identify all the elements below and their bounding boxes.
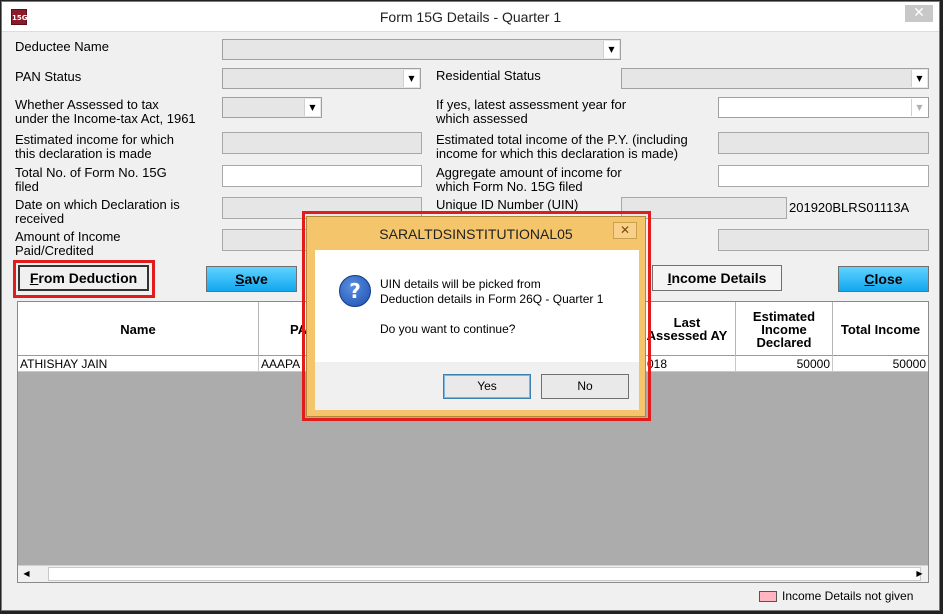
close-button[interactable]: Close: [838, 266, 929, 292]
cell-est-income: 50000: [736, 356, 833, 372]
aggregate-income-field[interactable]: [718, 165, 929, 187]
extra-field[interactable]: [718, 229, 929, 251]
deductee-name-combo[interactable]: ▼: [222, 39, 621, 60]
chevron-down-icon[interactable]: ▼: [911, 70, 927, 87]
header-last-ay[interactable]: Last Assessed AY: [639, 302, 736, 356]
question-icon: ?: [339, 275, 371, 307]
est-total-label-line-2: income for which this declaration is mad…: [436, 146, 679, 161]
latest-ay-label-line-1: If yes, latest assessment year for: [436, 97, 627, 112]
dialog-close-icon[interactable]: ✕: [613, 222, 637, 239]
date-label-line-2: received: [15, 211, 65, 226]
est-income-label-line-1: Estimated income for which: [15, 132, 174, 147]
residential-status-combo[interactable]: ▼: [621, 68, 929, 89]
header-est-line-1: Estimated: [752, 308, 816, 324]
header-total-text: Total Income: [840, 321, 921, 337]
scroll-right-icon[interactable]: ▶: [911, 566, 928, 582]
header-est-line-3: Declared: [756, 334, 812, 350]
scroll-left-icon[interactable]: ◀: [18, 566, 35, 582]
scroll-thumb[interactable]: [48, 567, 921, 581]
header-last-ay-line-2: Assessed AY: [646, 328, 728, 343]
aggregate-label-line-2: which Form No. 15G filed: [436, 179, 583, 194]
est-total-income-field[interactable]: [718, 132, 929, 154]
header-name[interactable]: Name: [18, 302, 259, 356]
est-total-label-line-1: Estimated total income of the P.Y. (incl…: [436, 132, 688, 147]
date-label-line-1: Date on which Declaration is: [15, 197, 180, 212]
header-total-income[interactable]: Total Income: [833, 302, 928, 356]
save-label: ave: [244, 271, 268, 287]
chevron-down-icon[interactable]: ▼: [403, 70, 419, 87]
dialog-footer: Yes No: [315, 362, 639, 410]
est-income-field[interactable]: [222, 132, 422, 154]
deductee-name-label: Deductee Name: [15, 39, 109, 54]
save-button[interactable]: Save: [206, 266, 297, 292]
legend-swatch: [759, 591, 777, 602]
total-forms-field[interactable]: [222, 165, 422, 187]
dialog-title: SARALTDSINSTITUTIONAL05: [379, 226, 573, 242]
pan-status-combo[interactable]: ▼: [222, 68, 421, 89]
close-mnemonic: C: [864, 271, 875, 287]
dialog-message-line-1: UIN details will be picked from: [380, 277, 541, 291]
total-forms-label-line-2: filed: [15, 179, 39, 194]
chevron-down-icon[interactable]: ▼: [603, 41, 619, 58]
aggregate-label-line-1: Aggregate amount of income for: [436, 165, 622, 180]
total-forms-label-line-1: Total No. of Form No. 15G: [15, 165, 167, 180]
amount-paid-label-line-2: Paid/Credited: [15, 243, 94, 258]
horizontal-scrollbar[interactable]: ◀ ▶: [18, 565, 928, 582]
cell-total-income: 50000: [892, 357, 926, 371]
dialog-message-line-3: Do you want to continue?: [380, 322, 516, 336]
yes-button[interactable]: Yes: [443, 374, 531, 399]
assessed-label-line-2: under the Income-tax Act, 1961: [15, 111, 196, 126]
chevron-down-icon[interactable]: ▼: [304, 99, 320, 116]
window-close-icon[interactable]: ✕: [905, 5, 933, 22]
legend-text: Income Details not given: [782, 589, 914, 603]
from-deduction-label: rom Deduction: [38, 270, 138, 286]
no-button[interactable]: No: [541, 374, 629, 399]
latest-ay-combo[interactable]: ▼: [718, 97, 929, 118]
from-deduction-button[interactable]: From Deduction: [18, 265, 149, 291]
title-bar: 15G Form 15G Details - Quarter 1 ✕: [2, 2, 939, 32]
uin-value: 201920BLRS01113A: [789, 200, 910, 215]
confirm-dialog: SARALTDSINSTITUTIONAL05 ✕ ? UIN details …: [306, 216, 646, 417]
amount-paid-label-line-1: Amount of Income: [15, 229, 121, 244]
income-details-label: ncome Details: [671, 270, 767, 286]
assessed-label-line-1: Whether Assessed to tax: [15, 97, 159, 112]
uin-label: Unique ID Number (UIN): [436, 197, 579, 212]
header-est-line-2: Income: [761, 321, 807, 337]
header-name-text: Name: [120, 321, 156, 337]
dialog-body: ? UIN details will be picked from Deduct…: [315, 250, 639, 362]
cell-name: ATHISHAY JAIN: [18, 356, 259, 372]
window-title: Form 15G Details - Quarter 1: [379, 9, 562, 25]
est-income-label-line-2: this declaration is made: [15, 146, 152, 161]
chevron-down-icon[interactable]: ▼: [911, 99, 927, 116]
residential-status-label: Residential Status: [436, 68, 541, 83]
header-est-income[interactable]: Estimated Income Declared: [736, 302, 833, 356]
latest-ay-label-line-2: which assessed: [436, 111, 528, 126]
dialog-message-line-2: Deduction details in Form 26Q - Quarter …: [380, 292, 604, 306]
assessed-to-tax-combo[interactable]: ▼: [222, 97, 322, 118]
close-label: lose: [874, 271, 903, 287]
cell-last-ay: 018: [639, 356, 736, 372]
pan-status-label: PAN Status: [15, 69, 82, 84]
income-details-button[interactable]: Income Details: [652, 265, 782, 291]
